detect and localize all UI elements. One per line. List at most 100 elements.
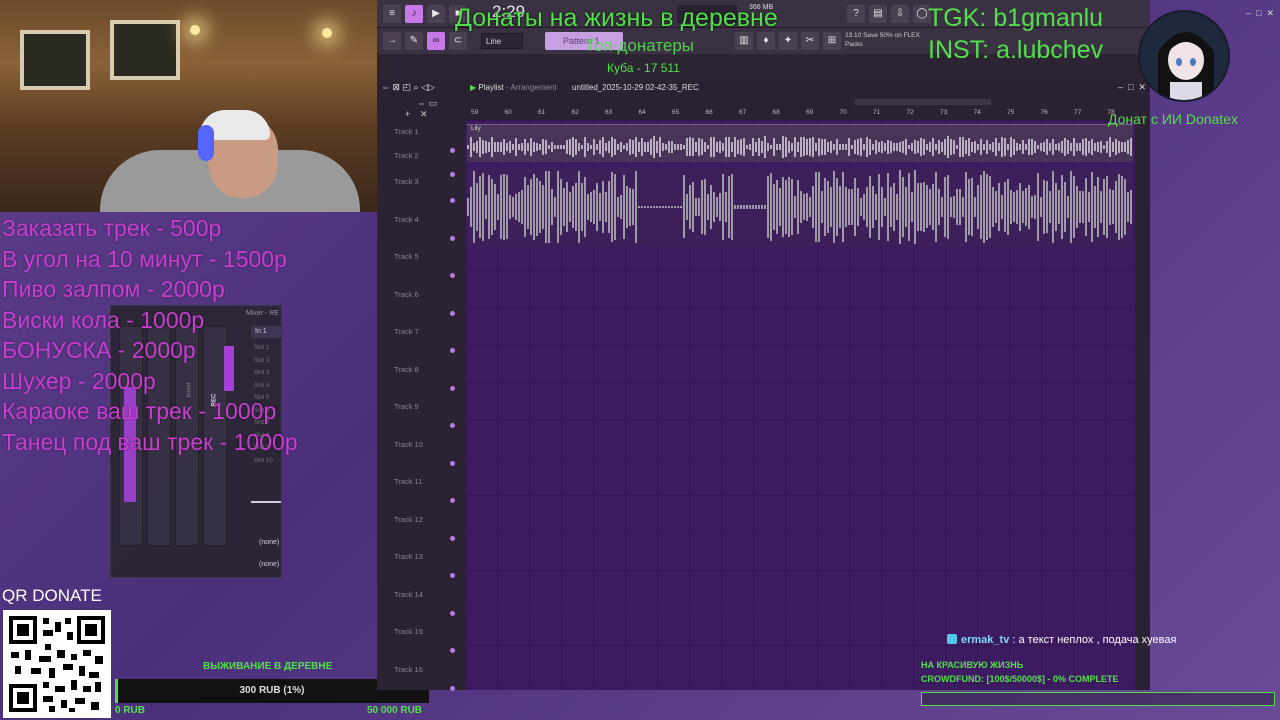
track-mute-dot[interactable]	[450, 685, 455, 691]
track-mute-dot[interactable]	[450, 423, 455, 428]
waveform-sample	[866, 136, 868, 158]
track-mute-dot[interactable]	[450, 498, 455, 503]
vertical-scrollbar[interactable]	[1135, 120, 1150, 690]
plugin-icon[interactable]: ♦	[757, 32, 775, 50]
waveform-sample	[710, 137, 712, 157]
track-label[interactable]: Track 11	[394, 477, 422, 486]
track-mute-dot[interactable]	[450, 385, 455, 391]
waveform-sample	[1043, 179, 1045, 235]
waveform-sample	[788, 176, 790, 238]
track-mute-dot[interactable]	[450, 535, 455, 541]
track-label[interactable]: Track 6	[394, 290, 419, 299]
mixer-out-2[interactable]: (none)	[259, 561, 279, 568]
track-label[interactable]: Track 14	[394, 590, 423, 599]
waveform-sample	[1103, 179, 1105, 235]
playlist-nav-icons[interactable]: ⇔ ▭	[417, 98, 437, 109]
track-mute-dot[interactable]	[450, 198, 455, 203]
waveform-sample	[665, 205, 667, 209]
export-icon[interactable]: ⇩	[891, 5, 909, 23]
waveform-sample	[602, 181, 604, 233]
track-label[interactable]: Track 8	[394, 365, 419, 374]
waveform-sample	[806, 139, 808, 155]
playlist-tools-icons[interactable]: ⇔ ⊠ ◰ ⌕ ◁▷	[381, 82, 435, 93]
promo-version: 23.10	[845, 32, 862, 39]
track-label[interactable]: Track 1	[394, 127, 419, 136]
waveform-sample	[686, 194, 688, 220]
browser-icon[interactable]: ▥	[735, 32, 753, 50]
waveform-sample	[1070, 142, 1072, 152]
arrow-right-icon[interactable]: →	[383, 32, 401, 50]
waveform-sample	[668, 205, 670, 209]
track-label[interactable]: Track 3	[394, 177, 419, 186]
waveform-sample	[788, 141, 790, 153]
track-mute-dot[interactable]	[450, 273, 455, 278]
link-icon[interactable]: ∞	[427, 32, 445, 50]
waveform-sample	[842, 143, 844, 151]
track-mute-dot[interactable]	[450, 610, 455, 616]
track-label[interactable]: Track 10	[394, 440, 423, 449]
waveform-sample	[791, 178, 793, 236]
waveform-sample	[815, 172, 817, 242]
waveform-sample	[584, 176, 586, 238]
waveform-sample	[527, 142, 529, 152]
playlist-grid[interactable]: Lily	[465, 120, 1135, 690]
play-icon[interactable]: ▶	[427, 5, 445, 23]
track-mute-dot[interactable]	[450, 171, 455, 177]
magnet-icon[interactable]: ⊂	[449, 32, 467, 50]
playlist-window-controls[interactable]: – □ ✕	[1118, 82, 1146, 93]
track-mute-dot[interactable]	[450, 648, 455, 653]
promo-text[interactable]: 23.10 Save 50% on FLEX Packs	[845, 31, 920, 49]
window-controls[interactable]: – □ ✕	[1246, 8, 1274, 19]
horizontal-scrollbar[interactable]	[855, 99, 991, 105]
goal-progress-bar	[921, 692, 1275, 706]
ruler-bar-number: 73	[940, 109, 948, 116]
waveform-sample	[632, 188, 634, 226]
track-label[interactable]: Track 4	[394, 215, 419, 224]
waveform-sample	[647, 141, 649, 153]
waveform-sample	[707, 144, 709, 150]
donate-title: Донаты на жизнь в деревне	[455, 4, 778, 32]
add-track-icon[interactable]: +	[405, 109, 410, 119]
track-label[interactable]: Track 13	[394, 552, 423, 561]
mic-icon[interactable]: ✦	[779, 32, 797, 50]
pattern-song-toggle[interactable]: ♪	[405, 5, 423, 23]
waveform-sample	[1058, 143, 1060, 151]
mixer-out-1[interactable]: (none)	[259, 539, 279, 546]
waveform-sample	[731, 141, 733, 153]
time-ruler[interactable]: 59 60 61 62 63 64 65 66 67 68 69 70 71 72 73 74 75 76 77 78	[465, 107, 1135, 120]
track-mute-dot[interactable]	[450, 148, 455, 153]
audio-clip-lily[interactable]: Lily	[467, 124, 1133, 162]
waveform-sample	[1052, 139, 1054, 155]
track-mute-dot[interactable]	[450, 235, 455, 241]
draw-icon[interactable]: ✎	[405, 32, 423, 50]
snap-select[interactable]: Line	[481, 33, 523, 49]
save-icon[interactable]: ▤	[869, 5, 887, 23]
menu-icon[interactable]: ≡	[383, 5, 401, 23]
track-label[interactable]: Track 5	[394, 252, 419, 261]
brush-icon[interactable]: ✂	[801, 32, 819, 50]
waveform-sample	[1007, 143, 1009, 151]
cart-icon[interactable]: ⊞	[823, 32, 841, 50]
waveform-sample	[680, 205, 682, 209]
audio-clip-2[interactable]	[467, 168, 1133, 246]
help-icon[interactable]: ?	[847, 5, 865, 23]
waveform-sample	[980, 174, 982, 239]
track-label[interactable]: Track 2	[394, 151, 419, 160]
track-mute-dot[interactable]	[450, 460, 455, 466]
close-icon[interactable]: ✕	[420, 109, 428, 120]
waveform-sample	[1115, 139, 1117, 155]
track-mute-dot[interactable]	[450, 310, 455, 316]
track-label[interactable]: Track 7	[394, 327, 419, 336]
waveform-sample	[1061, 175, 1063, 239]
track-label[interactable]: Track 9	[394, 402, 419, 411]
track-mute-dot[interactable]	[450, 573, 455, 578]
track-label[interactable]: Track 16	[394, 665, 423, 674]
track-mute-dot[interactable]	[450, 348, 455, 353]
waveform-sample	[971, 141, 973, 153]
waveform-sample	[491, 178, 493, 236]
waveform-sample	[641, 205, 643, 209]
track-label[interactable]: Track 15	[394, 627, 423, 636]
waveform-sample	[482, 139, 484, 155]
waveform-sample	[554, 196, 556, 218]
track-label[interactable]: Track 12	[394, 515, 423, 524]
